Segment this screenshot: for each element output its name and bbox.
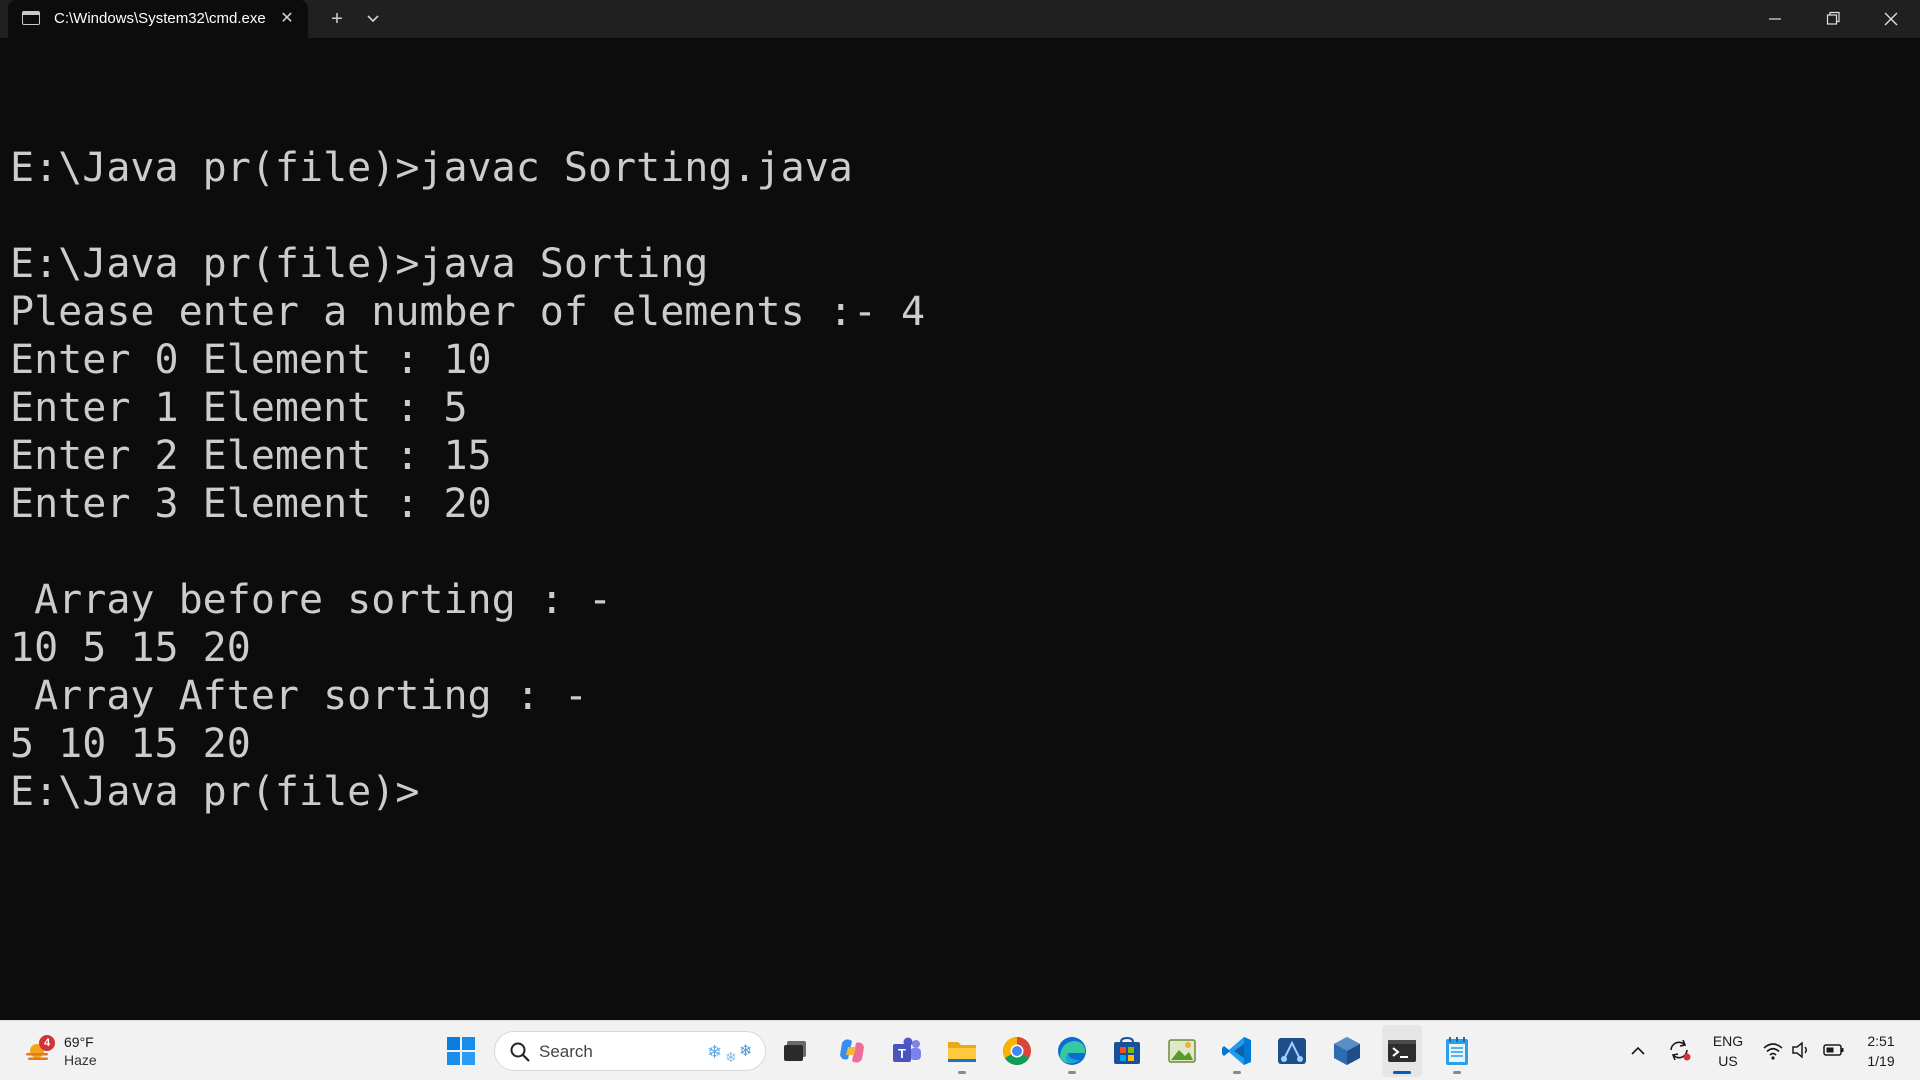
terminal-line: E:\Java pr(file)>javac Sorting.java [10, 145, 853, 191]
tab-dropdown-button[interactable] [358, 4, 388, 34]
terminal-window: C:\Windows\System32\cmd.exe ✕ + E:\Java … [0, 0, 1920, 1020]
taskbar: 4 69°F Haze Search ❄ ❄ ❄ T ENG US 2:51 1… [0, 1020, 1920, 1080]
weather-condition: Haze [64, 1052, 97, 1068]
file-explorer-running-indicator [958, 1071, 966, 1074]
terminal-line: Enter 0 Element : 10 [10, 337, 492, 383]
microsoft-store-icon[interactable] [1109, 1033, 1145, 1069]
minimize-button[interactable] [1746, 0, 1804, 38]
terminal-line: Enter 2 Element : 15 [10, 433, 492, 479]
photo-editor-icon[interactable] [1164, 1033, 1200, 1069]
clock-time: 2:51 [1867, 1033, 1895, 1049]
notification-badge: 4 [39, 1035, 55, 1051]
terminal-line: E:\Java pr(file)>java Sorting [10, 241, 709, 287]
restore-button[interactable] [1804, 0, 1862, 38]
edge-icon[interactable] [1054, 1033, 1090, 1069]
svg-text:T: T [898, 1046, 906, 1061]
language-indicator[interactable]: ENG US [1710, 1031, 1746, 1071]
show-hidden-icons-button[interactable] [1628, 1039, 1648, 1068]
weather-widget[interactable]: 4 69°F Haze [22, 1031, 112, 1071]
terminal-line: Enter 1 Element : 5 [10, 385, 468, 431]
terminal-line: 5 10 15 20 [10, 721, 251, 767]
notepad-running-indicator [1453, 1071, 1461, 1074]
region-code: US [1718, 1053, 1738, 1069]
task-view-icon[interactable] [778, 1033, 814, 1069]
terminal-line: Enter 3 Element : 20 [10, 481, 492, 527]
svg-text:❄: ❄ [725, 1050, 737, 1066]
chevron-down-icon [367, 15, 379, 23]
notepad-icon[interactable] [1439, 1033, 1475, 1069]
terminal-active-indicator [1393, 1071, 1411, 1074]
volume-icon[interactable] [1790, 1039, 1812, 1066]
snipping-tool-icon[interactable] [1274, 1033, 1310, 1069]
terminal-line: Please enter a number of elements :- 4 [10, 289, 926, 335]
terminal-line: 10 5 15 20 [10, 625, 251, 671]
virtualbox-icon[interactable] [1329, 1033, 1365, 1069]
terminal-icon[interactable] [1384, 1033, 1420, 1069]
clock-date: 1/19 [1867, 1053, 1895, 1069]
close-button[interactable] [1862, 0, 1920, 38]
teams-icon[interactable]: T [889, 1033, 925, 1069]
terminal-line: Array before sorting : - [10, 577, 613, 623]
new-tab-button[interactable]: + [322, 4, 352, 34]
vscode-running-indicator [1233, 1071, 1241, 1074]
start-icon[interactable] [443, 1033, 479, 1069]
vscode-icon[interactable] [1219, 1033, 1255, 1069]
svg-text:❄: ❄ [707, 1042, 722, 1063]
search-box[interactable]: Search ❄ ❄ ❄ [494, 1031, 766, 1071]
sync-icon[interactable] [1666, 1037, 1692, 1068]
edge-running-indicator [1068, 1071, 1076, 1074]
file-explorer-icon[interactable] [944, 1033, 980, 1069]
terminal-output[interactable]: E:\Java pr(file)>javac Sorting.java E:\Ja… [10, 96, 1910, 816]
weather-temperature: 69°F [64, 1034, 94, 1050]
title-bar: C:\Windows\System32\cmd.exe ✕ + [0, 0, 1920, 38]
tab-title: C:\Windows\System32\cmd.exe [54, 10, 266, 27]
snowflake-highlight-icon: ❄ ❄ ❄ [707, 1041, 752, 1066]
svg-text:❄: ❄ [739, 1041, 752, 1060]
copilot-icon[interactable] [834, 1033, 870, 1069]
wifi-icon[interactable] [1762, 1039, 1784, 1066]
tab-close-icon[interactable]: ✕ [276, 8, 298, 30]
terminal-line: Array After sorting : - [10, 673, 588, 719]
search-placeholder: Search [539, 1042, 593, 1061]
battery-icon[interactable] [1822, 1039, 1846, 1066]
chevron-up-icon [1631, 1046, 1645, 1055]
clock[interactable]: 2:51 1/19 [1856, 1031, 1906, 1071]
search-icon [510, 1042, 530, 1062]
tab-cmd[interactable]: C:\Windows\System32\cmd.exe ✕ [8, 0, 308, 38]
chrome-icon[interactable] [999, 1033, 1035, 1069]
language-code: ENG [1712, 1033, 1744, 1049]
cmd-icon [22, 11, 40, 25]
terminal-line: E:\Java pr(file)> [10, 769, 420, 815]
